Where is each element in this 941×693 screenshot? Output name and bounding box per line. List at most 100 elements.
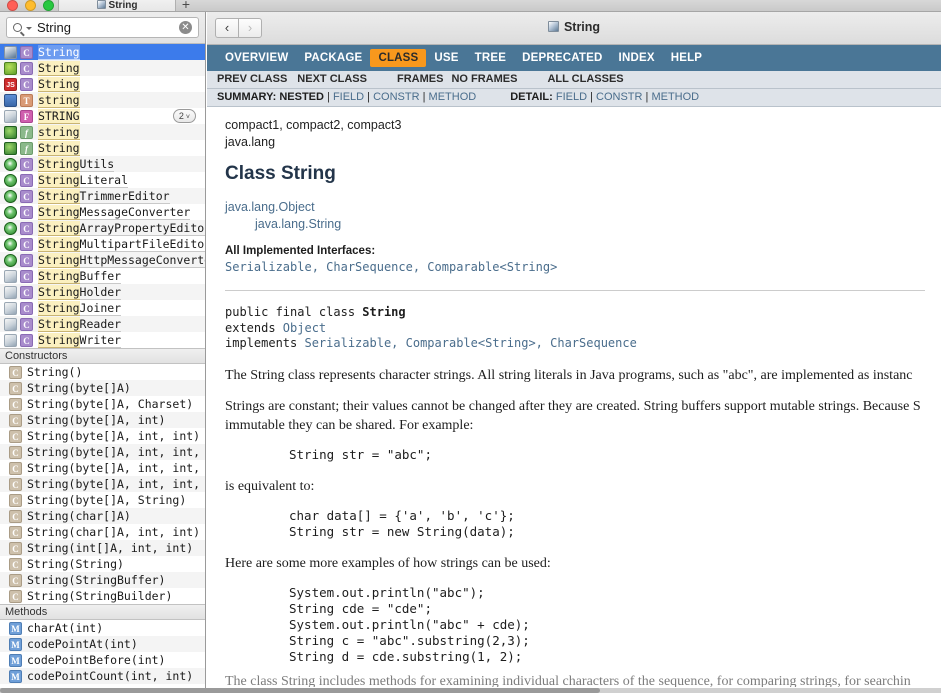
kind-method-icon: M bbox=[9, 653, 22, 667]
search-result-row[interactable]: C StringJoiner bbox=[0, 300, 205, 316]
detail-item-method[interactable]: METHOD bbox=[651, 91, 699, 103]
detail-item-field[interactable]: FIELD bbox=[556, 91, 587, 103]
window-tab-bar: String + bbox=[0, 0, 941, 12]
search-result-label: STRING bbox=[38, 109, 80, 124]
frames-link[interactable]: FRAMES bbox=[397, 73, 443, 85]
summary-item-constr[interactable]: CONSTR bbox=[373, 91, 419, 103]
search-result-row[interactable]: C String(StringBuffer) bbox=[0, 572, 205, 588]
document-title-label: String bbox=[563, 20, 601, 34]
search-result-row[interactable]: C String(byte[]A, int, int, int) bbox=[0, 460, 205, 476]
search-result-row[interactable]: C StringLiteral bbox=[0, 172, 205, 188]
search-result-row[interactable]: C String(String) bbox=[0, 556, 205, 572]
search-result-label: codePointCount(int, int) bbox=[27, 669, 194, 683]
search-result-row[interactable]: C StringMessageConverter bbox=[0, 204, 205, 220]
signature-line-1: public final class String bbox=[225, 305, 406, 319]
search-result-row[interactable]: f string bbox=[0, 124, 205, 140]
search-result-row[interactable]: C StringUtils bbox=[0, 156, 205, 172]
equivalent-text: is equivalent to: bbox=[225, 478, 315, 494]
search-result-label: StringLiteral bbox=[38, 173, 129, 188]
search-result-row[interactable]: C String(byte[]A, int, int, Str… bbox=[0, 476, 205, 492]
navbar-item-deprecated[interactable]: DEPRECATED bbox=[514, 49, 610, 67]
kind-constructor-icon: C bbox=[9, 413, 22, 427]
search-result-row[interactable]: C String(int[]A, int, int) bbox=[0, 540, 205, 556]
separator: | bbox=[364, 91, 374, 103]
search-results-list[interactable]: C String C String JS C String Tstring F STRING 2 ˅ f… bbox=[0, 44, 205, 693]
search-result-row[interactable]: McodePointCount(int, int) bbox=[0, 668, 205, 684]
java-pale-source-icon bbox=[4, 301, 17, 315]
search-result-row[interactable]: C StringTrimmerEditor bbox=[0, 188, 205, 204]
search-result-row[interactable]: C String(byte[]A, int, int, Cha… bbox=[0, 444, 205, 460]
navbar-item-class[interactable]: CLASS bbox=[370, 49, 427, 67]
horizontal-scrollbar[interactable] bbox=[0, 688, 941, 693]
search-result-row[interactable]: C StringReader bbox=[0, 316, 205, 332]
search-result-label: String(byte[]A, int, int) bbox=[27, 429, 201, 443]
all-classes-link[interactable]: ALL CLASSES bbox=[547, 73, 623, 85]
search-result-row[interactable]: C String(StringBuilder) bbox=[0, 588, 205, 604]
kind-C-icon: C bbox=[20, 317, 33, 331]
search-input[interactable] bbox=[37, 20, 179, 35]
no-frames-link[interactable]: NO FRAMES bbox=[451, 73, 517, 85]
search-box[interactable]: ✕ bbox=[6, 17, 199, 38]
clear-icon[interactable]: ✕ bbox=[179, 21, 192, 34]
implemented-interfaces-list[interactable]: Serializable, CharSequence, Comparable<S… bbox=[225, 260, 925, 274]
search-result-row[interactable]: C StringHolder bbox=[0, 284, 205, 300]
close-window-button[interactable] bbox=[7, 0, 18, 11]
search-result-row[interactable]: C StringArrayPropertyEditor bbox=[0, 220, 205, 236]
search-result-row[interactable]: C String bbox=[0, 44, 205, 60]
navbar-item-tree[interactable]: TREE bbox=[467, 49, 514, 67]
search-result-row[interactable]: C String(char[]A) bbox=[0, 508, 205, 524]
search-result-row[interactable]: C String bbox=[0, 60, 205, 76]
javadoc-top-navbar: OVERVIEW PACKAGE CLASS USE TREE DEPRECATED IND… bbox=[207, 45, 941, 71]
minimize-window-button[interactable] bbox=[25, 0, 36, 11]
detail-item-constr[interactable]: CONSTR bbox=[596, 91, 642, 103]
summary-item-method[interactable]: METHOD bbox=[429, 91, 477, 103]
search-area: ✕ bbox=[0, 12, 205, 44]
zoom-window-button[interactable] bbox=[43, 0, 54, 11]
navbar-item-use[interactable]: USE bbox=[426, 49, 466, 67]
hierarchy-level-1[interactable]: java.lang.Object bbox=[225, 199, 925, 216]
spring2-source-icon bbox=[4, 221, 17, 235]
search-result-row[interactable]: C String(char[]A, int, int) bbox=[0, 524, 205, 540]
scrollbar-thumb[interactable] bbox=[0, 688, 600, 693]
search-result-row[interactable]: C String(byte[]A) bbox=[0, 380, 205, 396]
navbar-item-help[interactable]: HELP bbox=[663, 49, 710, 67]
search-result-row[interactable]: JS C String bbox=[0, 76, 205, 92]
search-result-row[interactable]: McodePointAt(int) bbox=[0, 636, 205, 652]
navbar-item-overview[interactable]: OVERVIEW bbox=[217, 49, 296, 67]
description-paragraph-2: Strings are constant; their values canno… bbox=[225, 398, 921, 433]
new-tab-button[interactable]: + bbox=[178, 0, 194, 11]
search-result-row[interactable]: C String() bbox=[0, 364, 205, 380]
result-count-badge[interactable]: 2 ˅ bbox=[172, 109, 196, 123]
kind-C-icon: C bbox=[20, 205, 33, 219]
kind-f-icon: f bbox=[20, 141, 33, 155]
search-result-row[interactable]: C String(byte[]A, int) bbox=[0, 412, 205, 428]
search-result-row[interactable]: C String(byte[]A, int, int) bbox=[0, 428, 205, 444]
search-result-row[interactable]: f String bbox=[0, 140, 205, 156]
navbar-item-package[interactable]: PACKAGE bbox=[296, 49, 370, 67]
content-pane: ‹ › String OVERVIEW PACKAGE CLASS USE TREE DE… bbox=[207, 12, 941, 693]
kind-method-icon: M bbox=[9, 621, 22, 635]
profiles-line: compact1, compact2, compact3 bbox=[225, 118, 402, 132]
prev-class-link[interactable]: PREV CLASS bbox=[217, 73, 287, 85]
summary-item-field[interactable]: FIELD bbox=[333, 91, 364, 103]
java-pale-source-icon bbox=[4, 285, 17, 299]
search-result-row[interactable]: McodePointBefore(int) bbox=[0, 652, 205, 668]
search-result-row[interactable]: F STRING 2 ˅ bbox=[0, 108, 205, 124]
browser-tab[interactable]: String bbox=[58, 0, 176, 11]
search-result-label: String bbox=[38, 45, 80, 60]
chevron-down-icon[interactable] bbox=[26, 27, 32, 30]
search-result-row[interactable]: C String(byte[]A, String) bbox=[0, 492, 205, 508]
search-result-row[interactable]: C StringMultipartFileEditor bbox=[0, 236, 205, 252]
next-class-link[interactable]: NEXT CLASS bbox=[297, 73, 367, 85]
search-result-row[interactable]: C StringHttpMessageConverter bbox=[0, 252, 205, 268]
kind-C-icon: C bbox=[20, 285, 33, 299]
search-result-row[interactable]: C String(byte[]A, Charset) bbox=[0, 396, 205, 412]
search-result-row[interactable]: Tstring bbox=[0, 92, 205, 108]
search-result-row[interactable]: C StringBuffer bbox=[0, 268, 205, 284]
code-block-1: String str = "abc"; bbox=[289, 446, 432, 462]
navbar-item-index[interactable]: INDEX bbox=[611, 49, 663, 67]
search-result-label: codePointBefore(int) bbox=[27, 653, 166, 667]
search-result-row[interactable]: C StringWriter bbox=[0, 332, 205, 348]
kind-constructor-icon: C bbox=[9, 445, 22, 459]
search-result-row[interactable]: McharAt(int) bbox=[0, 620, 205, 636]
